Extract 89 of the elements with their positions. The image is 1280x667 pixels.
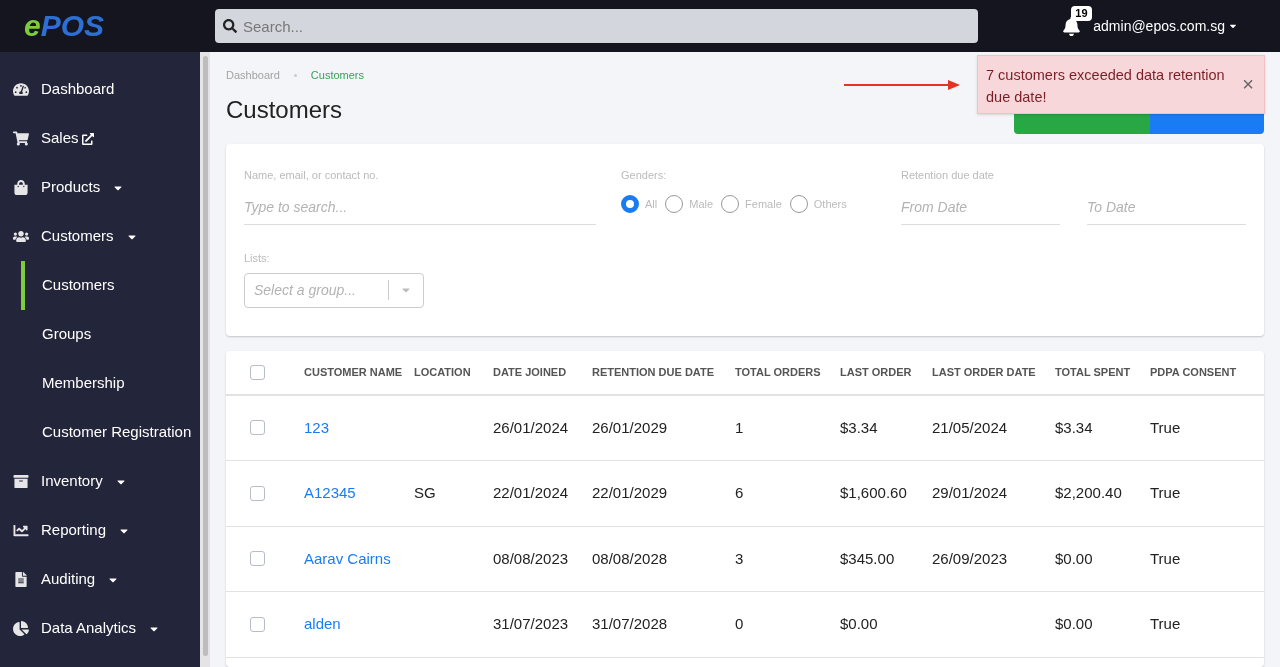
sidebar-item[interactable]: Customers: [0, 212, 200, 261]
date-field[interactable]: To Date: [1087, 197, 1246, 225]
table-cell-text: 08/08/2028: [592, 548, 669, 569]
search-field[interactable]: Search...: [215, 9, 978, 43]
sidebar-item[interactable]: Sales: [0, 114, 200, 163]
table-cell-text: True: [1150, 614, 1182, 634]
sidebar-item[interactable]: Dashboard: [0, 65, 200, 114]
checkbox[interactable]: [250, 420, 265, 436]
column-header[interactable]: TOTAL ORDERS: [735, 363, 840, 381]
alert-message: 7 customers exceeded data retention due date!: [986, 66, 1226, 107]
radio-label: Female: [745, 196, 782, 212]
table-cell-text: $345.00: [840, 548, 896, 569]
column-header[interactable]: TOTAL SPENT: [1055, 363, 1150, 381]
page-title: Customers: [226, 94, 343, 125]
table-cell-text: 6: [735, 483, 745, 503]
bag-icon: [13, 180, 29, 195]
sidebar-item[interactable]: Data Analytics: [0, 604, 200, 653]
checkbox[interactable]: [250, 551, 265, 567]
archive-icon: [13, 474, 29, 489]
table-cell-text: $1,600.60: [840, 483, 908, 503]
sidebar-item[interactable]: Products: [0, 163, 200, 212]
table-cell-text: 22/01/2024: [493, 483, 570, 503]
column-header[interactable]: CUSTOMER NAME: [290, 363, 414, 381]
table-cell-text: $0.00: [1055, 614, 1094, 634]
customer-link[interactable]: alden: [290, 613, 414, 636]
radio-button[interactable]: [621, 195, 639, 213]
customer-link[interactable]: A12345: [290, 482, 414, 505]
sidebar-subitem[interactable]: Groups: [21, 310, 200, 359]
radio-label: Others: [813, 196, 847, 212]
table-cell-text: True: [1150, 548, 1182, 569]
sidebar-item[interactable]: Reporting: [0, 506, 200, 555]
column-header[interactable]: RETENTION DUE DATE: [592, 363, 735, 381]
bell-icon[interactable]: [1062, 16, 1082, 36]
column-header[interactable]: LAST ORDER: [840, 363, 932, 381]
sidebar-subitem[interactable]: Customer Registration: [21, 408, 200, 457]
search-field[interactable]: Type to search...: [244, 197, 596, 225]
sidebar-subitem[interactable]: Membership: [21, 359, 200, 408]
table-cell-text: $2,200.40: [1055, 483, 1123, 503]
table-cell-text: 29/01/2024: [932, 483, 1009, 503]
table-cell-text: 26/09/2023: [932, 548, 1009, 569]
notification-badge: 19: [1071, 5, 1092, 21]
customer-link[interactable]: Aarav Cairns: [290, 547, 414, 570]
pie-chart-icon: [13, 621, 29, 636]
table-cell-text: 08/08/2023: [493, 548, 570, 569]
column-header[interactable]: LOCATION: [414, 363, 493, 381]
document-icon: [13, 572, 29, 587]
table-cell-text: 1: [735, 417, 745, 438]
radio-label: Male: [689, 196, 714, 212]
table-cell-text: $3.34: [1055, 417, 1094, 438]
user-menu[interactable]: admin@epos.com.sg: [1093, 15, 1238, 37]
cart-icon: [13, 131, 29, 146]
table-cell-text: 0: [735, 614, 745, 634]
table-cell-text: 31/07/2023: [493, 614, 570, 634]
sidebar-item[interactable]: Inventory: [0, 457, 200, 506]
column-header[interactable]: DATE JOINED: [493, 363, 592, 381]
gauge-icon: [13, 82, 29, 97]
checkbox[interactable]: [250, 364, 265, 380]
scrollbar[interactable]: [202, 56, 208, 656]
column-header[interactable]: LAST ORDER DATE: [932, 363, 1055, 381]
radio-label: All: [645, 196, 658, 212]
external-link-icon: [81, 132, 94, 145]
table-cell-text: $0.00: [1055, 548, 1094, 569]
field-label: Lists:: [244, 251, 271, 266]
customer-link[interactable]: 123: [290, 416, 414, 439]
table-cell-text: 22/01/2029: [592, 483, 669, 503]
checkbox[interactable]: [250, 616, 265, 632]
table-cell-text: True: [1150, 417, 1182, 438]
logo[interactable]: ePOS: [24, 11, 105, 41]
line-chart-icon: [13, 523, 29, 538]
table-cell-text: $0.00: [840, 614, 879, 634]
column-header[interactable]: PDPA CONSENT: [1150, 363, 1264, 381]
field-label: Retention due date: [901, 167, 995, 183]
users-icon: [13, 229, 29, 244]
field-label: Name, email, or contact no.: [244, 167, 380, 183]
date-field[interactable]: From Date: [901, 197, 1060, 225]
table-cell-text: 26/01/2024: [493, 417, 570, 438]
sidebar-item[interactable]: Auditing: [0, 555, 200, 604]
search-icon: [223, 19, 237, 33]
table-cell-text: True: [1150, 483, 1182, 503]
table-cell-text: 31/07/2028: [592, 614, 669, 634]
checkbox[interactable]: [250, 485, 265, 501]
table-cell-text: 3: [735, 548, 745, 569]
table-cell-text: SG: [414, 483, 437, 503]
close-button[interactable]: ×: [1242, 74, 1254, 94]
field-label: Genders:: [621, 167, 668, 183]
arrow-icon: [844, 79, 960, 91]
table-cell-text: 26/01/2029: [592, 417, 669, 438]
table-cell-text: 21/05/2024: [932, 417, 1009, 438]
table-cell-text: $3.34: [840, 417, 879, 438]
